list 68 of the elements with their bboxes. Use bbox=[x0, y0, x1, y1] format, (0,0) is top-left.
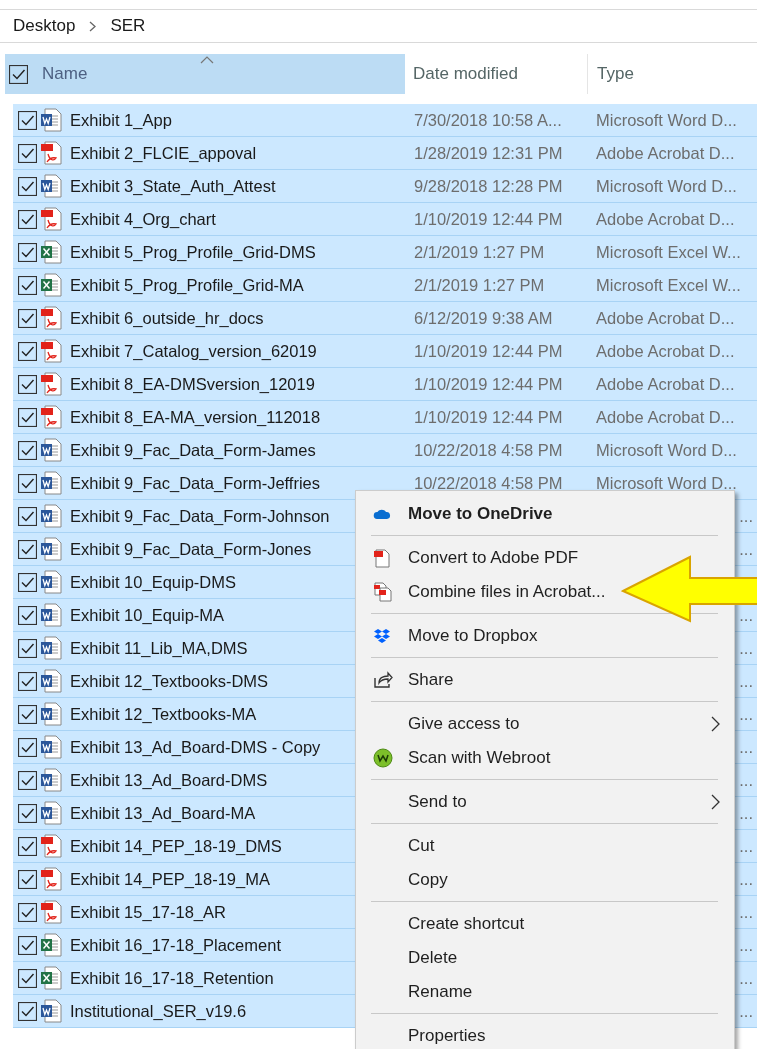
date-modified: 2/1/2019 1:27 PM bbox=[413, 275, 546, 295]
file-name: Exhibit 7_Catalog_version_62019 bbox=[70, 341, 317, 361]
file-name: Exhibit 2_FLCIE_appoval bbox=[70, 143, 257, 163]
file-name: Exhibit 9_Fac_Data_Form-James bbox=[70, 440, 316, 460]
column-label: Name bbox=[42, 64, 88, 84]
file-name: Exhibit 4_Org_chart bbox=[70, 209, 216, 229]
file-name: Exhibit 10_Equip-DMS bbox=[70, 572, 236, 592]
file-name: Exhibit 9_Fac_Data_Form-Jeffries bbox=[70, 473, 321, 493]
date-modified: 1/28/2019 12:31 PM bbox=[413, 143, 564, 163]
date-modified: 9/28/2018 12:28 PM bbox=[413, 176, 564, 196]
file-name: Exhibit 9_Fac_Data_Form-Jones bbox=[70, 539, 312, 559]
file-type: Microsoft Word D... bbox=[595, 473, 738, 493]
file-name: Exhibit 14_PEP_18-19_DMS bbox=[70, 836, 282, 856]
file-type: ... bbox=[738, 935, 754, 955]
date-modified: 2/1/2019 1:27 PM bbox=[413, 242, 546, 262]
file-name: Exhibit 1_App bbox=[70, 110, 172, 130]
file-name: Exhibit 3_State_Auth_Attest bbox=[70, 176, 276, 196]
date-modified: 1/10/2019 12:44 PM bbox=[413, 209, 564, 229]
file-type: Adobe Acrobat D... bbox=[595, 341, 736, 361]
date-modified: 6/12/2019 9:38 AM bbox=[413, 308, 554, 328]
file-type: ... bbox=[738, 539, 754, 559]
file-name: Exhibit 5_Prog_Profile_Grid-DMS bbox=[70, 242, 316, 262]
file-name: Institutional_SER_v19.6 bbox=[70, 1001, 247, 1021]
file-type: ... bbox=[738, 1001, 754, 1021]
file-name: Exhibit 16_17-18_Placement bbox=[70, 935, 281, 955]
date-modified: 1/10/2019 12:44 PM bbox=[413, 374, 564, 394]
date-modified: 10/22/2018 4:58 PM bbox=[413, 473, 564, 493]
date-modified: 7/30/2018 10:58 A... bbox=[413, 110, 563, 130]
file-type: ... bbox=[738, 902, 754, 922]
file-type: Microsoft Word D... bbox=[595, 110, 738, 130]
file-type: Microsoft Word D... bbox=[595, 176, 738, 196]
file-type: ... bbox=[738, 506, 754, 526]
date-modified: 10/22/2018 4:58 PM bbox=[413, 440, 564, 460]
file-type: Adobe Acrobat D... bbox=[595, 209, 736, 229]
file-type: ... bbox=[738, 770, 754, 790]
file-name: Exhibit 8_EA-DMSversion_12019 bbox=[70, 374, 315, 394]
file-type: ... bbox=[738, 638, 754, 658]
file-type: ... bbox=[738, 803, 754, 823]
file-type: Microsoft Excel W... bbox=[595, 275, 742, 295]
file-name: Exhibit 13_Ad_Board-DMS - Copy bbox=[70, 737, 321, 757]
file-type: ... bbox=[738, 869, 754, 889]
file-type: Adobe Acrobat D... bbox=[595, 308, 736, 328]
file-type: ... bbox=[738, 836, 754, 856]
file-name: Exhibit 5_Prog_Profile_Grid-MA bbox=[70, 275, 304, 295]
file-type: ... bbox=[738, 704, 754, 724]
file-name: Exhibit 12_Textbooks-DMS bbox=[70, 671, 269, 691]
file-name: Exhibit 16_17-18_Retention bbox=[70, 968, 274, 988]
file-type: Adobe Acrobat D... bbox=[595, 143, 736, 163]
file-name: Exhibit 12_Textbooks-MA bbox=[70, 704, 257, 724]
file-type: Microsoft Word D... bbox=[595, 440, 738, 460]
file-name: Exhibit 8_EA-MA_version_112018 bbox=[70, 407, 321, 427]
file-name: Exhibit 11_Lib_MA,DMS bbox=[70, 638, 248, 658]
file-type: ... bbox=[738, 605, 754, 625]
file-type: ... bbox=[738, 968, 754, 988]
file-name: Exhibit 15_17-18_AR bbox=[70, 902, 226, 922]
file-type: ... bbox=[738, 737, 754, 757]
date-modified: 1/10/2019 12:44 PM bbox=[413, 407, 564, 427]
file-name: Exhibit 13_Ad_Board-MA bbox=[70, 803, 256, 823]
file-type: Microsoft Excel W... bbox=[595, 242, 742, 262]
file-type: ... bbox=[738, 671, 754, 691]
file-type: Adobe Acrobat D... bbox=[595, 374, 736, 394]
date-modified: 1/10/2019 12:44 PM bbox=[413, 341, 564, 361]
file-type: Adobe Acrobat D... bbox=[595, 407, 736, 427]
file-name: Exhibit 13_Ad_Board-DMS bbox=[70, 770, 268, 790]
file-name: Exhibit 10_Equip-MA bbox=[70, 605, 225, 625]
file-name: Exhibit 9_Fac_Data_Form-Johnson bbox=[70, 506, 330, 526]
file-name: Exhibit 6_outside_hr_docs bbox=[70, 308, 264, 328]
file-name: Exhibit 14_PEP_18-19_MA bbox=[70, 869, 270, 889]
